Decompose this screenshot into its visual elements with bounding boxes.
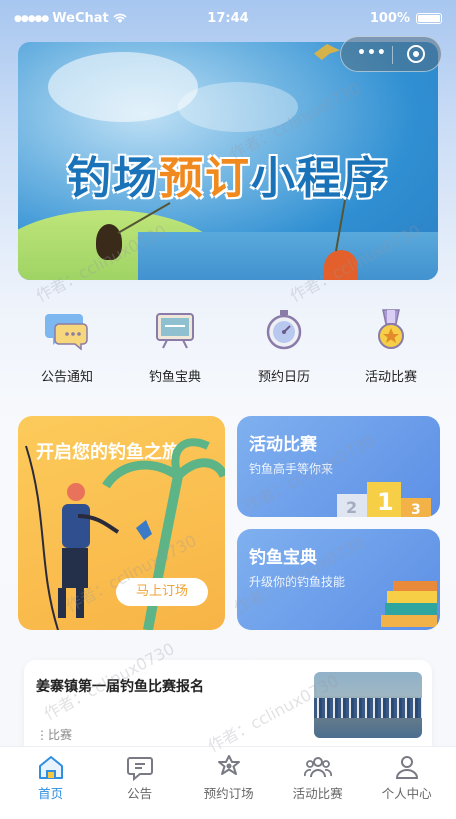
mini-program-capsule: ••• — [340, 36, 442, 72]
tab-home[interactable]: 首页 — [5, 747, 96, 804]
contest-card[interactable]: 活动比赛 钓鱼高手等你来 2 1 3 — [237, 416, 440, 517]
team-icon — [303, 757, 332, 778]
cloud-shape — [48, 52, 198, 122]
star-badge-icon — [217, 755, 240, 775]
medal-icon — [378, 309, 404, 349]
capsule-divider — [392, 46, 393, 64]
guide-subtitle: 升级你的钓鱼技能 — [249, 575, 346, 589]
tab-label: 首页 — [38, 786, 64, 801]
battery-group: 100% — [370, 11, 442, 26]
shortcut-grid: 公告通知 钓鱼宝典 预约日历 活动比赛 — [0, 308, 456, 388]
fisherman-figure — [324, 250, 358, 280]
shortcut-announcement[interactable]: 公告通知 — [10, 308, 124, 385]
shortcut-contests[interactable]: 活动比赛 — [334, 308, 448, 385]
books-icon — [381, 581, 437, 627]
news-thumbnail — [314, 672, 422, 738]
blackboard-icon — [156, 313, 194, 349]
svg-text:2: 2 — [346, 498, 357, 517]
crowd-shape — [314, 698, 422, 718]
contest-title: 活动比赛 — [249, 435, 317, 455]
shortcut-label: 预约日历 — [257, 370, 310, 385]
cloud-shape — [178, 82, 298, 132]
battery-icon — [416, 13, 442, 24]
tab-label: 活动比赛 — [292, 786, 343, 801]
bottom-tab-bar: 首页 公告 预约订场 活动比赛 个人中心 — [0, 746, 456, 804]
news-tag-label: 比赛 — [48, 728, 73, 742]
home-icon — [38, 756, 63, 779]
tab-label: 个人中心 — [381, 786, 432, 801]
tab-profile[interactable]: 个人中心 — [361, 747, 452, 804]
tab-contests[interactable]: 活动比赛 — [272, 747, 363, 804]
banner-title-part2: 小程序 — [251, 153, 389, 204]
battery-percent: 100% — [369, 11, 410, 26]
status-bar: ●●●●● WeChat 17:44 100% — [0, 0, 456, 40]
announcement-bubble-icon — [45, 314, 88, 351]
svg-text:3: 3 — [411, 502, 421, 517]
bird-icon — [314, 44, 340, 60]
tab-label: 预约订场 — [203, 786, 254, 801]
banner-title-highlight: 预订 — [159, 153, 251, 204]
news-tag: ⋮比赛 — [36, 728, 73, 742]
tab-label: 公告 — [127, 786, 153, 801]
shortcut-booking-calendar[interactable]: 预约日历 — [227, 308, 341, 385]
guide-title: 钓鱼宝典 — [249, 548, 317, 568]
close-mini-program-icon[interactable] — [407, 45, 425, 63]
banner-title-part1: 钓场 — [67, 153, 159, 204]
banner-title: 钓场预订小程序 — [18, 142, 438, 206]
news-title: 姜寨镇第一届钓鱼比赛报名 — [36, 679, 204, 695]
start-journey-card[interactable]: 开启您的钓鱼之旅 马上订场 — [18, 416, 225, 630]
fishing-guide-card[interactable]: 钓鱼宝典 升级你的钓鱼技能 — [237, 529, 440, 630]
water-shape — [138, 232, 438, 280]
shortcut-label: 活动比赛 — [364, 370, 417, 385]
book-now-button[interactable]: 马上订场 — [116, 578, 208, 606]
cat-fishing-figure — [96, 224, 122, 260]
contest-subtitle: 钓鱼高手等你来 — [249, 462, 334, 476]
hero-banner[interactable]: 钓场预订小程序 — [18, 42, 438, 280]
stopwatch-icon — [266, 310, 302, 350]
home-indicator-area — [0, 803, 456, 819]
tab-booking[interactable]: 预约订场 — [183, 747, 274, 804]
shortcut-label: 公告通知 — [40, 370, 93, 385]
message-icon — [126, 757, 153, 782]
user-icon — [395, 756, 418, 779]
shortcut-label: 钓鱼宝典 — [148, 370, 201, 385]
podium-icon: 2 1 3 — [337, 482, 431, 517]
phone-screen: ●●●●● WeChat 17:44 100% 钓场预订小程序 ••• 公告通知… — [0, 0, 456, 819]
shortcut-fishing-guide[interactable]: 钓鱼宝典 — [118, 308, 232, 385]
news-item[interactable]: 姜寨镇第一届钓鱼比赛报名 ⋮比赛 — [24, 660, 432, 760]
more-icon[interactable]: ••• — [357, 45, 387, 61]
tab-announcements[interactable]: 公告 — [94, 747, 185, 804]
svg-text:1: 1 — [377, 488, 394, 516]
